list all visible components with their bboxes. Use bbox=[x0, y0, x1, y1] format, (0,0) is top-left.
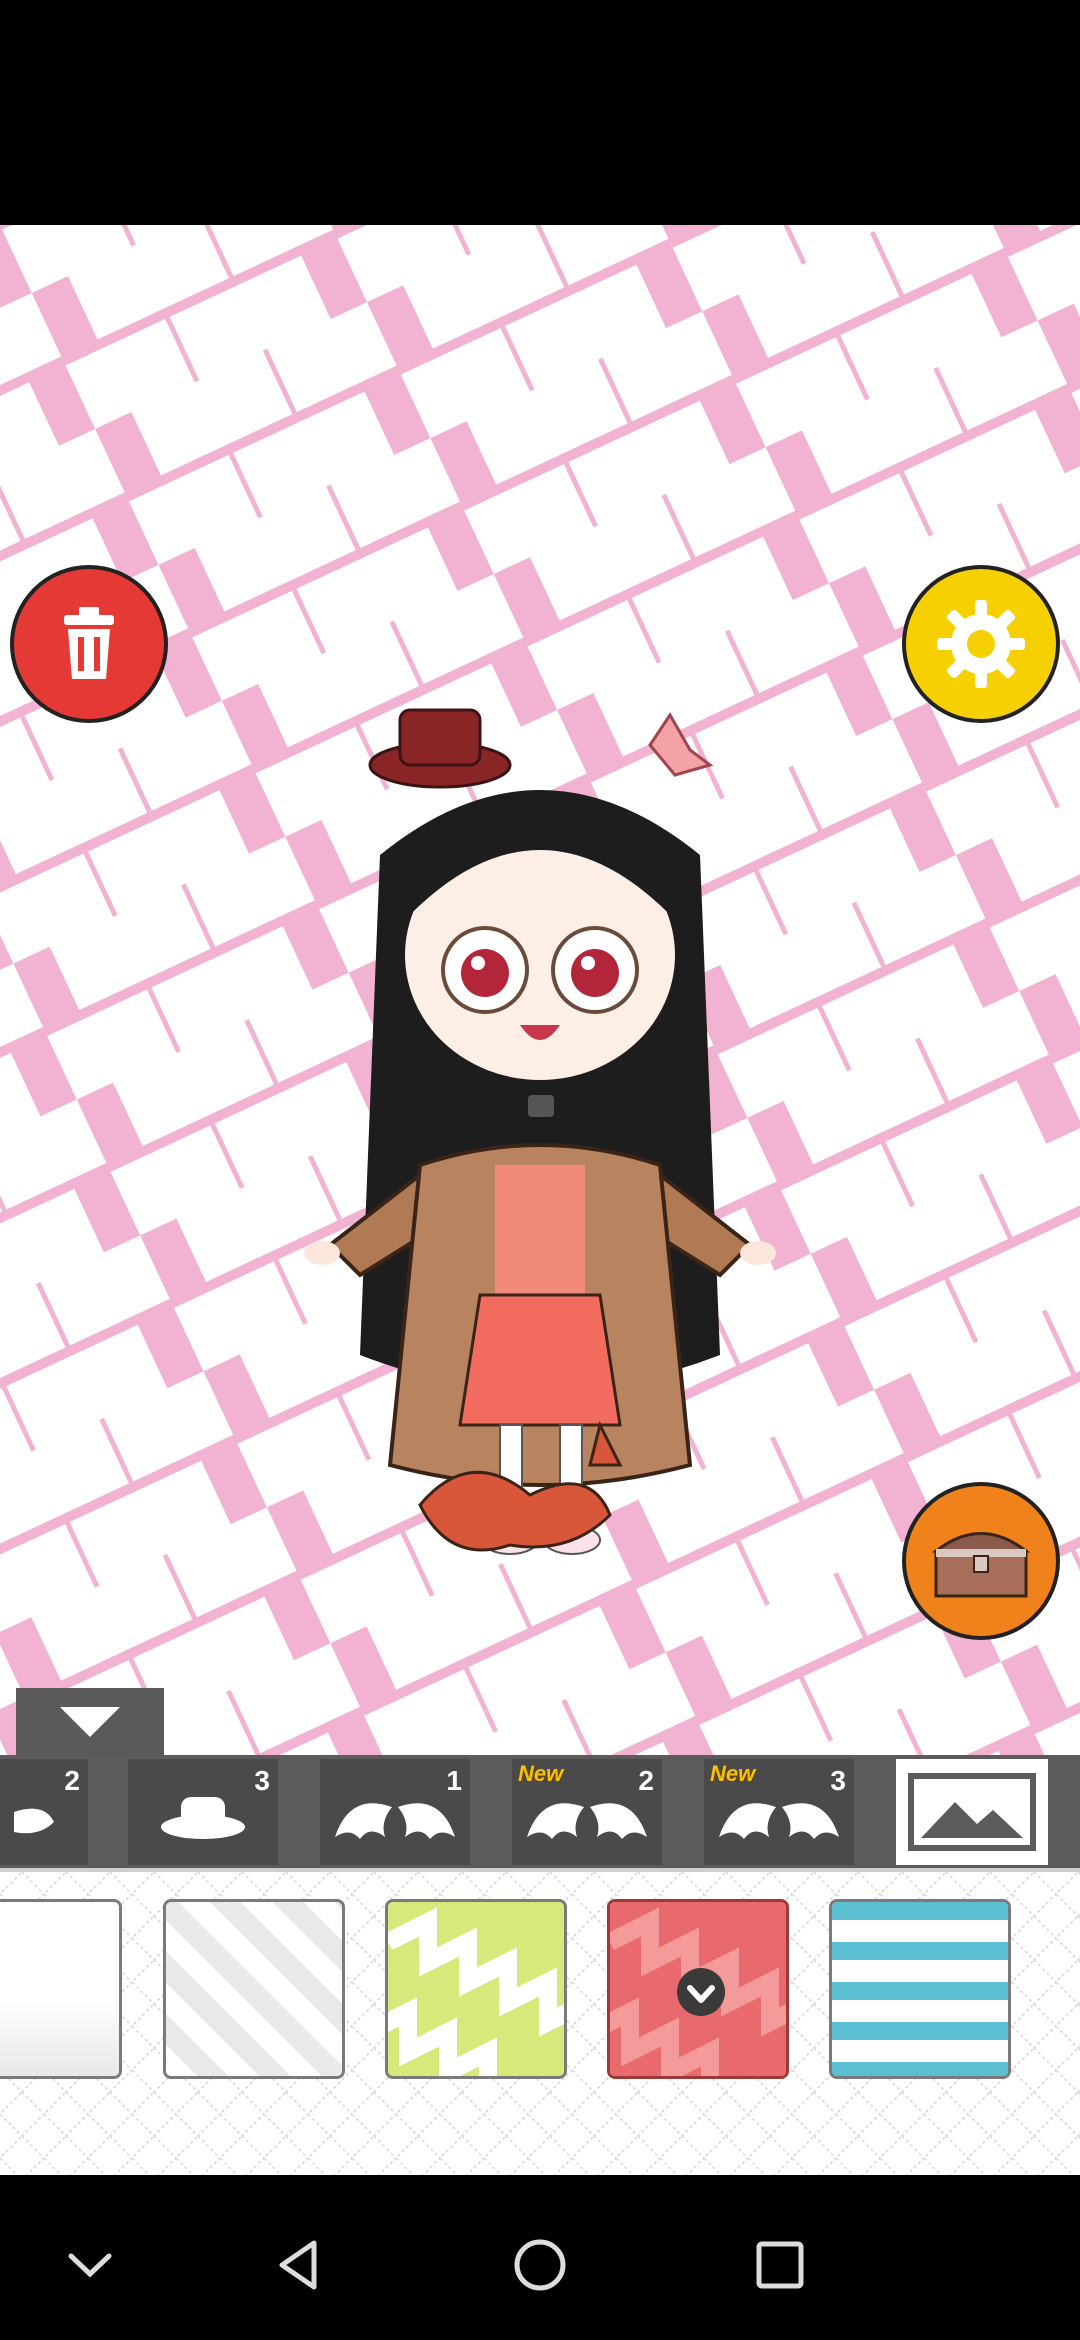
trash-button[interactable] bbox=[10, 565, 168, 723]
trash-icon bbox=[64, 607, 114, 679]
back-triangle-icon bbox=[279, 2240, 317, 2290]
dressup-stage bbox=[0, 225, 1080, 1755]
category-tab-1[interactable]: 2 bbox=[0, 1759, 88, 1865]
bat-wings-icon bbox=[335, 1803, 455, 1839]
settings-button[interactable] bbox=[902, 565, 1060, 723]
swatch-blue-stripes[interactable] bbox=[829, 1899, 1011, 2079]
nav-recents-button[interactable] bbox=[730, 2215, 830, 2315]
category-tab-3[interactable]: 1 bbox=[320, 1759, 470, 1865]
new-badge: New bbox=[710, 1761, 756, 1786]
background-image-icon bbox=[908, 1773, 1036, 1851]
chevron-down-icon bbox=[68, 2253, 112, 2278]
system-nav-bar bbox=[0, 2175, 1080, 2340]
nav-home-button[interactable] bbox=[490, 2215, 590, 2315]
chibi-character[interactable] bbox=[270, 705, 810, 1635]
background-swatch-panel bbox=[0, 1872, 1080, 2175]
category-bar: 2 3 1 New 2 New 3 bbox=[0, 1755, 1080, 1872]
new-badge: New bbox=[518, 1761, 564, 1786]
category-tab-5[interactable]: New 3 bbox=[704, 1759, 854, 1865]
category-tab-background[interactable] bbox=[896, 1759, 1048, 1865]
swatch-white-gradient[interactable] bbox=[0, 1899, 122, 2079]
nav-hide-button[interactable] bbox=[40, 2215, 140, 2315]
swatch-gray-stripes[interactable] bbox=[163, 1899, 345, 2079]
gear-icon bbox=[937, 600, 1025, 688]
recents-square-icon bbox=[756, 2241, 804, 2289]
bat-wings-icon bbox=[527, 1803, 647, 1839]
home-circle-icon bbox=[514, 2239, 566, 2291]
triangle-down-icon bbox=[60, 1706, 120, 1737]
treasure-chest-button[interactable] bbox=[902, 1482, 1060, 1640]
category-tab-2[interactable]: 3 bbox=[128, 1759, 278, 1865]
swatch-green-zigzag[interactable] bbox=[385, 1899, 567, 2079]
collapse-panel-button[interactable] bbox=[16, 1688, 164, 1755]
status-bar bbox=[0, 0, 1080, 225]
selected-check-icon bbox=[677, 1968, 725, 2016]
category-tab-4[interactable]: New 2 bbox=[512, 1759, 662, 1865]
treasure-chest-icon bbox=[931, 1532, 1031, 1598]
swatch-red-zigzag[interactable] bbox=[607, 1899, 789, 2079]
hat-icon bbox=[161, 1797, 245, 1839]
nav-back-button[interactable] bbox=[250, 2215, 350, 2315]
bat-wings-icon bbox=[719, 1803, 839, 1839]
